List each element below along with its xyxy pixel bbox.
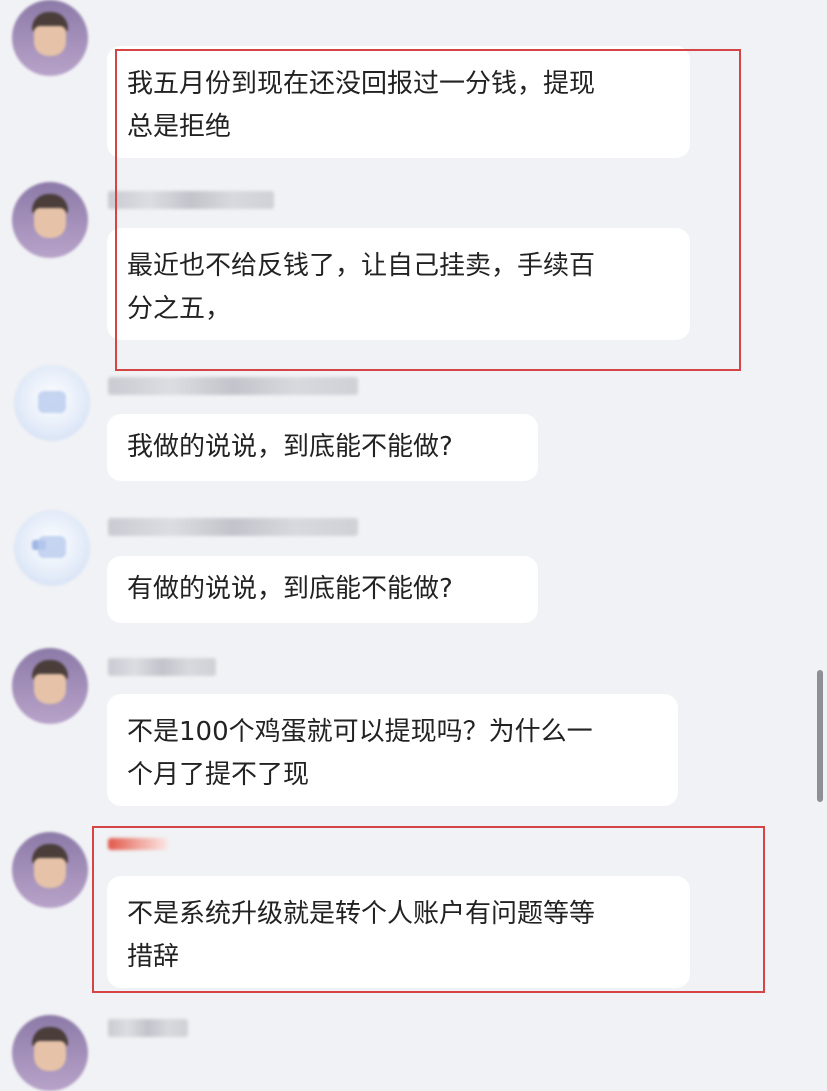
avatar-icon[interactable]	[12, 648, 88, 724]
avatar-icon[interactable]	[12, 0, 88, 76]
sender-name-blurred	[108, 518, 358, 536]
highlight-box	[115, 49, 741, 371]
highlight-box	[92, 826, 765, 993]
avatar-icon[interactable]	[14, 365, 90, 441]
sender-name-blurred	[108, 377, 358, 395]
chat-message-list: 我五月份到现在还没回报过一分钱，提现 总是拒绝 最近也不给反钱了，让自己挂卖，手…	[0, 0, 827, 1091]
avatar-icon[interactable]	[12, 832, 88, 908]
message-bubble: 有做的说说，到底能不能做?	[107, 556, 538, 623]
sender-name-blurred	[108, 1019, 188, 1037]
scrollbar[interactable]	[817, 670, 823, 802]
avatar-icon[interactable]	[12, 182, 88, 258]
message-bubble: 不是100个鸡蛋就可以提现吗？为什么一 个月了提不了现	[107, 694, 678, 806]
message-bubble: 我做的说说，到底能不能做?	[107, 414, 538, 481]
sender-name-blurred	[108, 658, 216, 676]
avatar-icon[interactable]	[14, 510, 90, 586]
avatar-icon[interactable]	[12, 1015, 88, 1091]
